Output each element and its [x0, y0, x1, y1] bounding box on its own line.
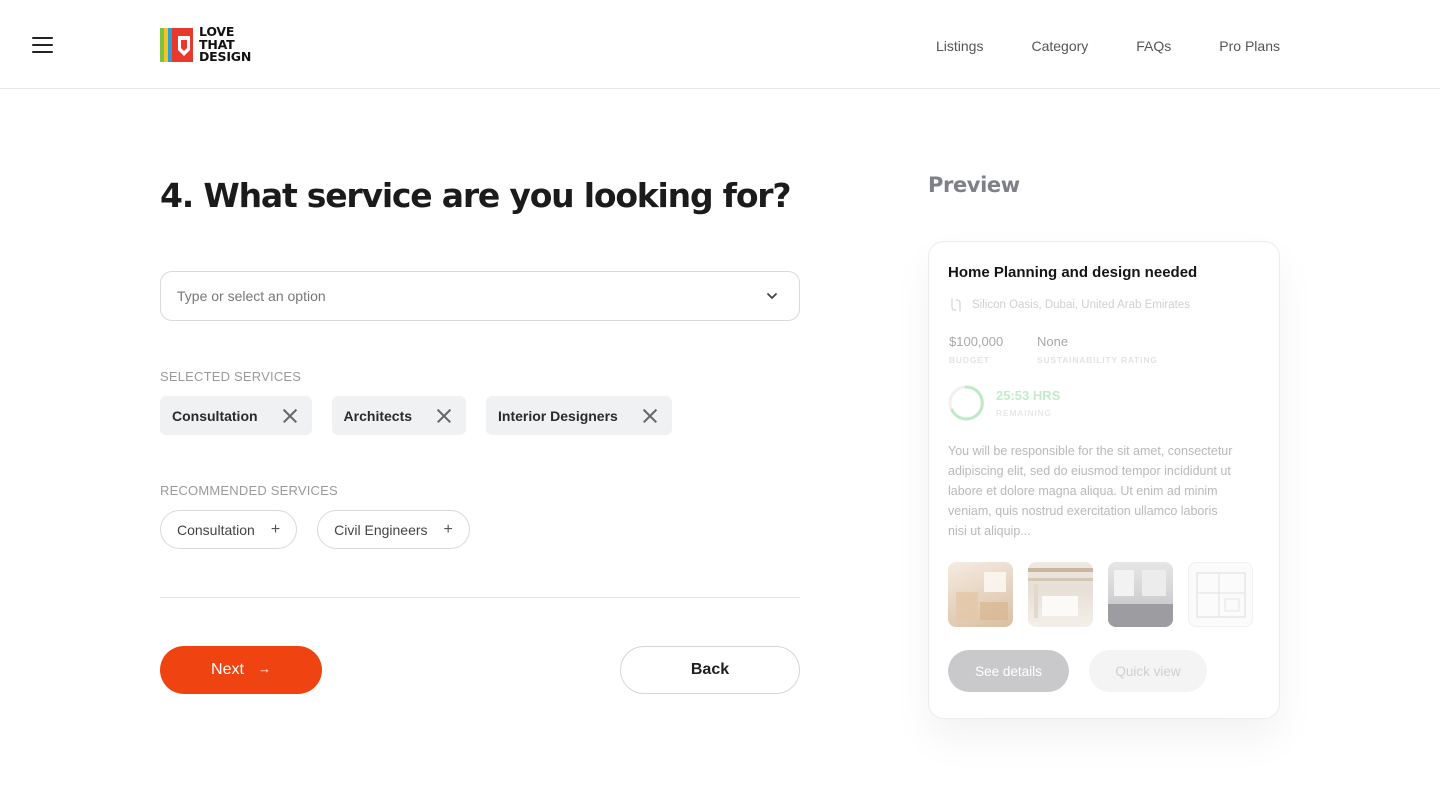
thumbnail-image[interactable]: [1028, 562, 1093, 627]
logo-wordmark: LOVE THAT DESIGN: [199, 26, 251, 64]
service-select[interactable]: Type or select an option: [160, 271, 800, 321]
service-select-placeholder: Type or select an option: [177, 288, 326, 304]
main-nav: Listings Category FAQs Pro Plans: [936, 38, 1280, 54]
back-button-label: Back: [690, 661, 730, 678]
selected-services-list: Consultation Architects Interior Designe…: [160, 396, 672, 435]
arrow-right-icon: →: [257, 660, 271, 676]
quick-view-label: Quick view: [1115, 663, 1181, 679]
rating-label: SUSTAINABILITY RATING: [1037, 355, 1158, 365]
recommended-services-list: Consultation + Civil Engineers +: [160, 510, 470, 549]
thumbnail-image[interactable]: [1188, 562, 1253, 627]
rating-value: None: [1037, 334, 1069, 349]
logo-mark-icon: [160, 26, 194, 64]
hamburger-menu-icon[interactable]: [32, 36, 53, 54]
selected-chip: Architects: [331, 396, 467, 435]
rating-stat: None SUSTAINABILITY RATING: [1037, 334, 1158, 365]
nav-faqs[interactable]: FAQs: [1136, 38, 1171, 54]
next-button-label: Next: [211, 661, 244, 678]
nav-listings[interactable]: Listings: [936, 38, 983, 54]
budget-stat: $100,000 BUDGET: [949, 334, 1003, 365]
image-thumbnails: [948, 562, 1253, 627]
brand-logo[interactable]: LOVE THAT DESIGN: [160, 25, 260, 65]
see-details-label: See details: [975, 663, 1042, 679]
countdown-timer: 25:53 HRS REMAINING: [947, 384, 1060, 422]
selected-chip: Interior Designers: [486, 396, 672, 435]
card-actions: See details Quick view: [948, 650, 1207, 692]
close-icon[interactable]: [280, 406, 300, 426]
thumbnail-image[interactable]: [1108, 562, 1173, 627]
form-divider: [160, 597, 800, 598]
recommended-chip[interactable]: Consultation +: [160, 510, 298, 549]
plus-icon: +: [270, 520, 281, 538]
timer-label: REMAINING: [996, 408, 1052, 418]
recommended-services-label: RECOMMENDED SERVICES: [160, 483, 338, 498]
selected-services-label: SELECTED SERVICES: [160, 369, 302, 384]
preview-heading: Preview: [928, 173, 1020, 197]
selected-chip-label: Architects: [343, 407, 413, 424]
card-description: You will be responsible for the sit amet…: [948, 444, 1233, 538]
preview-card: Home Planning and design needed Silicon …: [928, 241, 1280, 719]
thumbnail-image[interactable]: [948, 562, 1013, 627]
selected-chip-label: Interior Designers: [498, 407, 618, 424]
close-icon[interactable]: [434, 406, 454, 426]
nav-pro-plans[interactable]: Pro Plans: [1219, 38, 1280, 54]
selected-chip: Consultation: [160, 396, 312, 435]
quick-view-button[interactable]: Quick view: [1089, 650, 1207, 692]
card-location: Silicon Oasis, Dubai, United Arab Emirat…: [949, 298, 1190, 312]
chevron-down-icon[interactable]: [765, 289, 779, 303]
selected-chip-label: Consultation: [172, 407, 258, 424]
see-details-button[interactable]: See details: [948, 650, 1069, 692]
recommended-chip[interactable]: Civil Engineers +: [317, 510, 470, 549]
nav-category[interactable]: Category: [1031, 38, 1088, 54]
logo-line-3: DESIGN: [199, 49, 252, 65]
progress-ring-icon: [947, 384, 985, 422]
timer-value: 25:53 HRS: [996, 388, 1061, 403]
card-title: Home Planning and design needed: [948, 264, 1198, 281]
top-header: LOVE THAT DESIGN Listings Category FAQs …: [0, 0, 1440, 89]
plus-icon: +: [443, 520, 453, 538]
recommended-chip-label: Civil Engineers: [334, 521, 428, 538]
next-button[interactable]: Next →: [160, 646, 322, 694]
close-icon[interactable]: [640, 406, 660, 426]
recommended-chip-label: Consultation: [177, 521, 255, 538]
card-location-text: Silicon Oasis, Dubai, United Arab Emirat…: [972, 299, 1190, 311]
budget-label: BUDGET: [949, 355, 990, 365]
question-heading: 4. What service are you looking for?: [160, 176, 792, 215]
budget-value: $100,000: [949, 334, 1004, 349]
route-icon: [949, 298, 963, 312]
back-button[interactable]: Back: [620, 646, 800, 694]
